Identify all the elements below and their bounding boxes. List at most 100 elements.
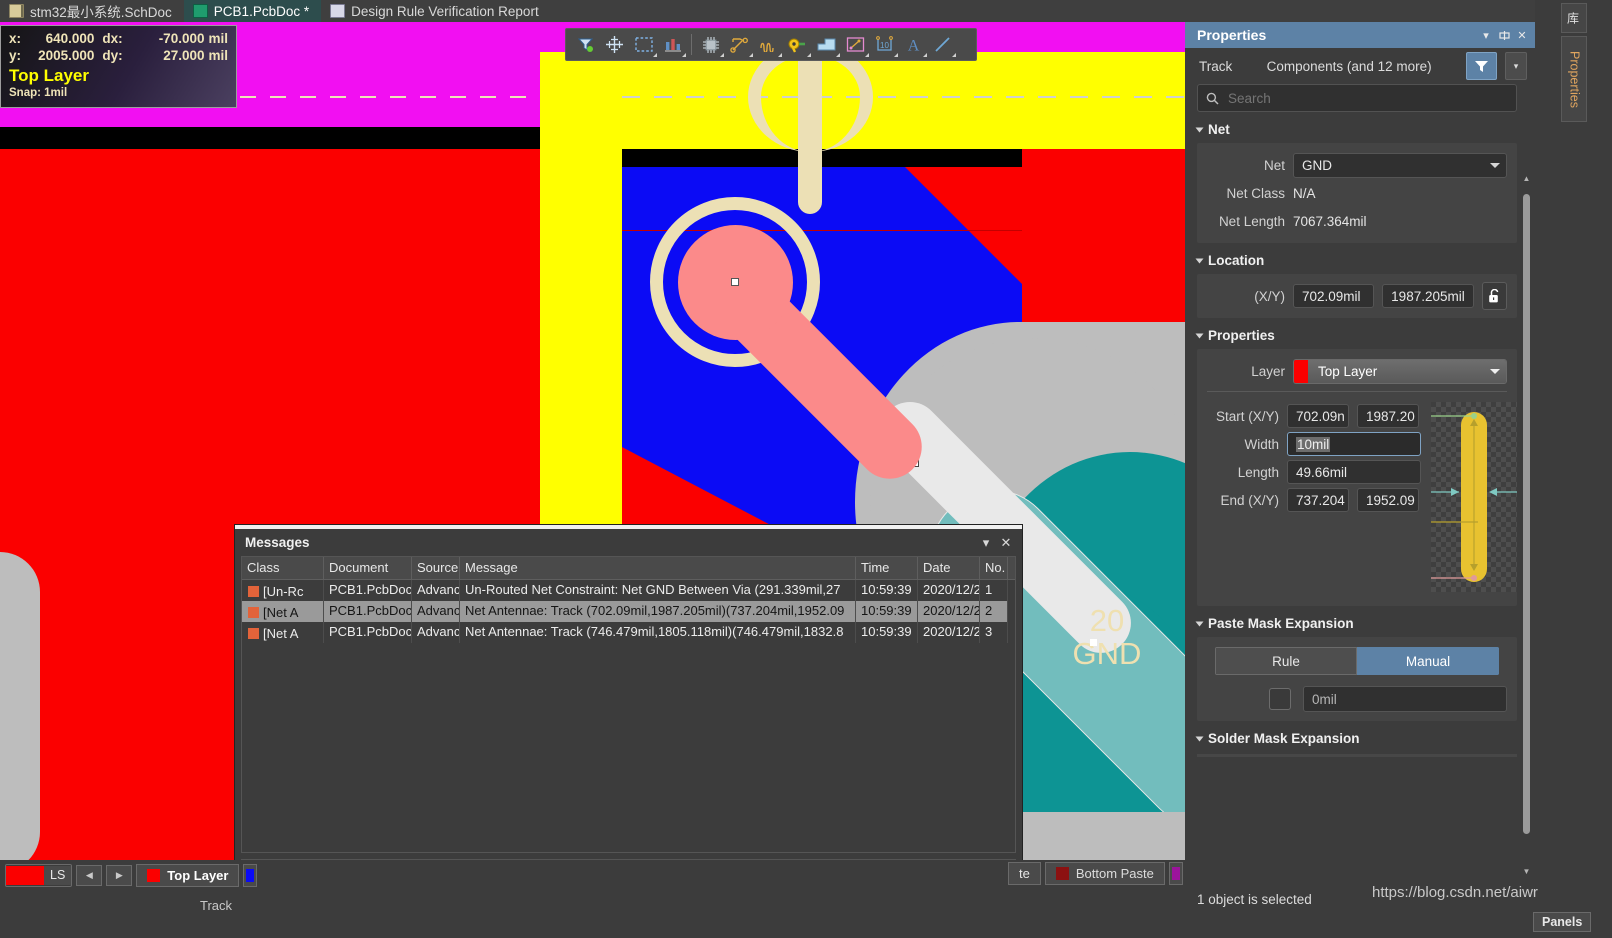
differential-pair-icon[interactable] (754, 31, 783, 58)
chevron-left-icon[interactable]: ◀ (76, 864, 103, 886)
search-input[interactable] (1197, 84, 1517, 112)
schematic-icon (9, 4, 24, 18)
row-class-cell: [Net A (242, 622, 324, 643)
section-title-net: Net (1208, 122, 1230, 137)
close-icon[interactable]: ✕ (996, 533, 1016, 553)
section-header-location[interactable]: Location (1185, 243, 1535, 274)
scrollbar-thumb[interactable] (1523, 194, 1530, 834)
column-header-message[interactable]: Message (460, 557, 856, 579)
document-tab-pcbdoc[interactable]: PCB1.PcbDoc * (183, 0, 322, 22)
paste-mask-expansion-field[interactable]: 0mil (1303, 686, 1507, 712)
hud-y-value: 2005.000 (38, 48, 95, 63)
net-dropdown[interactable]: GND (1293, 152, 1507, 178)
section-header-net[interactable]: Net (1185, 112, 1535, 143)
column-header-no[interactable]: No. (980, 557, 1008, 579)
location-y-field[interactable]: 1987.205mil (1382, 284, 1474, 308)
end-xy-row: End (X/Y) 737.204 1952.09 (1207, 486, 1421, 514)
hud-dx-unit: mil (208, 31, 228, 46)
width-field[interactable]: 10mil (1287, 432, 1421, 456)
net-class-label: Net Class (1226, 185, 1285, 201)
selected-track-start-marker (731, 278, 739, 286)
filter-selection-icon[interactable] (571, 31, 600, 58)
chevron-down-icon[interactable]: ▾ (1477, 26, 1495, 44)
chevron-down-icon[interactable]: ▾ (1505, 52, 1527, 80)
column-header-class[interactable]: Class (242, 557, 324, 579)
end-label: End (X/Y) (1220, 492, 1279, 508)
bar-chart-icon[interactable] (658, 31, 687, 58)
route-track-icon[interactable] (725, 31, 754, 58)
layer-dropdown[interactable]: Top Layer (1293, 358, 1507, 384)
document-tab-label: Design Rule Verification Report (351, 3, 539, 19)
end-x-field[interactable]: 737.204 (1287, 488, 1349, 512)
library-vtab[interactable]: 库 (1560, 3, 1587, 33)
close-icon[interactable]: ✕ (1513, 26, 1531, 44)
end-y-field[interactable]: 1952.09 (1357, 488, 1419, 512)
divider (1207, 391, 1507, 392)
line-icon[interactable] (928, 31, 957, 58)
scroll-down-arrow[interactable]: ▼ (1522, 865, 1531, 877)
table-row[interactable]: [Un-Rc PCB1.PcbDoc Advanc Un-Routed Net … (242, 580, 1015, 601)
length-row: Length 49.66mil (1207, 458, 1421, 486)
row-document-cell: PCB1.PcbDoc (324, 601, 412, 622)
paste-mask-section-body: Rule Manual 0mil (1197, 637, 1517, 721)
start-x-field[interactable]: 702.09n (1287, 404, 1349, 428)
via-pad-icon[interactable] (783, 31, 812, 58)
column-header-document[interactable]: Document (324, 557, 412, 579)
layer-tab-top-layer[interactable]: Top Layer (136, 863, 240, 887)
width-value: 10mil (1296, 436, 1331, 452)
layer-tab-bottom-paste[interactable]: Bottom Paste (1044, 862, 1165, 885)
dock-icon[interactable] (1495, 26, 1513, 44)
scroll-up-arrow[interactable]: ▲ (1522, 172, 1531, 184)
table-row[interactable]: [Net A PCB1.PcbDoc Advanc Net Antennae: … (242, 622, 1015, 643)
table-row[interactable]: [Net A PCB1.PcbDoc Advanc Net Antennae: … (242, 601, 1015, 622)
section-header-paste-mask[interactable]: Paste Mask Expansion (1185, 606, 1535, 637)
start-y-field[interactable]: 1987.20 (1357, 404, 1419, 428)
column-header-time[interactable]: Time (856, 557, 918, 579)
paste-mask-checkbox[interactable] (1269, 688, 1291, 710)
chevron-down-icon (1195, 621, 1204, 626)
dimension-line-icon[interactable] (841, 31, 870, 58)
chevron-right-icon[interactable]: ▶ (106, 864, 133, 886)
length-label: Length (1237, 464, 1279, 480)
polygon-pour-icon[interactable] (812, 31, 841, 58)
rectangle-select-icon[interactable] (629, 31, 658, 58)
messages-table[interactable]: Class Document Source Message Time Date … (241, 556, 1016, 853)
layer-tab-next[interactable] (243, 863, 258, 887)
row-message-cell: Net Antennae: Track (746.479mil,1805.118… (460, 622, 856, 643)
paste-mask-rule-button[interactable]: Rule (1215, 647, 1357, 675)
column-header-source[interactable]: Source (412, 557, 460, 579)
column-header-date[interactable]: Date (918, 557, 980, 579)
messages-panel-title: Messages (245, 535, 310, 550)
properties-vtab[interactable]: Properties (1560, 36, 1587, 122)
unlock-icon[interactable] (1481, 282, 1507, 310)
coordinate-icon[interactable]: 10 (870, 31, 899, 58)
crosshair-place-icon[interactable] (600, 31, 629, 58)
row-class-text: [Un-Rc (263, 584, 304, 599)
chevron-down-icon (1195, 333, 1204, 338)
messages-panel-titlebar: Messages ▾ ✕ (235, 529, 1022, 556)
layer-color-swatch (1294, 359, 1308, 383)
layer-row: Layer Top Layer (1207, 357, 1507, 385)
document-tab-report[interactable]: Design Rule Verification Report (321, 0, 551, 22)
location-section-body: (X/Y) 702.09mil 1987.205mil (1197, 274, 1517, 318)
layer-set-selector[interactable]: LS (5, 863, 73, 887)
properties-scrollbar[interactable]: ▲ ▼ (1522, 172, 1531, 877)
component-ic-icon[interactable] (696, 31, 725, 58)
section-header-properties[interactable]: Properties (1185, 318, 1535, 349)
document-tab-schdoc[interactable]: stm32最小系统.SchDoc (0, 0, 184, 22)
width-label: Width (1244, 436, 1279, 452)
location-x-field[interactable]: 702.09mil (1293, 284, 1375, 308)
pad-grey-left[interactable] (0, 552, 40, 872)
chevron-down-icon (1490, 368, 1500, 374)
paste-mask-manual-button[interactable]: Manual (1357, 647, 1499, 675)
section-header-solder-mask[interactable]: Solder Mask Expansion (1185, 721, 1535, 752)
layer-tab-next-right[interactable] (1168, 862, 1183, 885)
text-string-icon[interactable]: A (899, 31, 928, 58)
chevron-down-icon[interactable]: ▾ (976, 533, 996, 553)
length-field[interactable]: 49.66mil (1287, 460, 1421, 484)
panels-button[interactable]: Panels (1533, 912, 1592, 932)
layer-tab-partial[interactable]: te (1008, 862, 1041, 885)
funnel-icon[interactable] (1466, 52, 1497, 80)
layer-label: Layer (1251, 363, 1285, 379)
search-field[interactable] (1226, 89, 1508, 107)
